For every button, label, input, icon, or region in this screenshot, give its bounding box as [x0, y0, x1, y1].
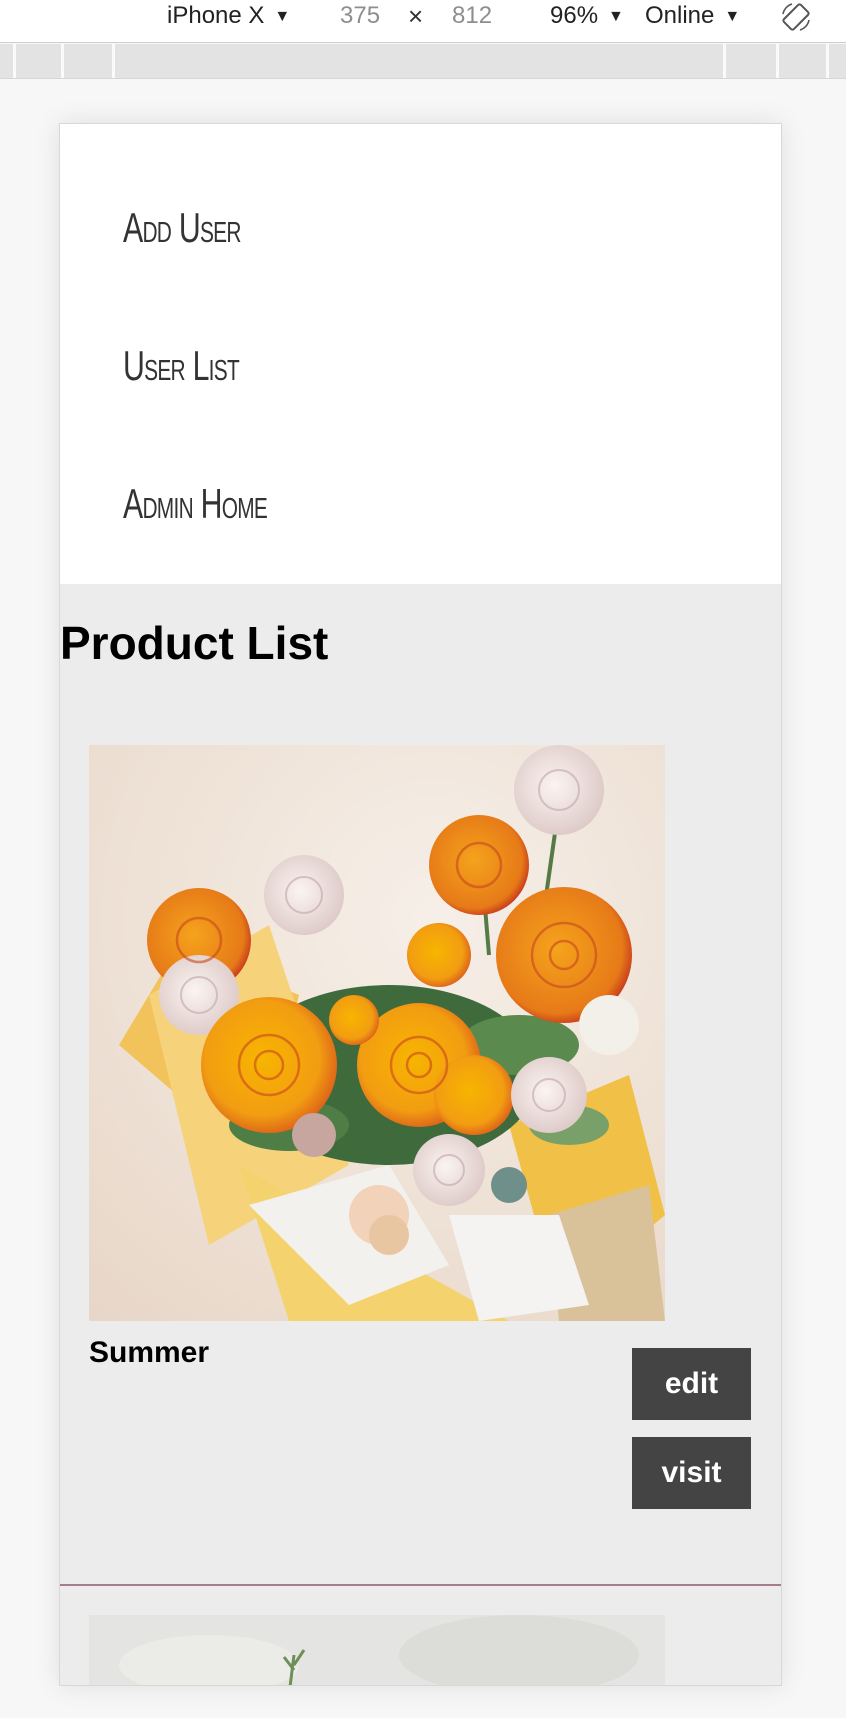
triangle-down-icon: ▼: [608, 8, 624, 25]
triangle-down-icon: ▼: [724, 8, 741, 25]
triangle-down-icon: ▼: [274, 8, 291, 25]
network-throttle-select[interactable]: Online ▼: [645, 0, 740, 32]
device-select[interactable]: iPhone X ▼: [167, 0, 290, 32]
flower-bouquet-image: [89, 745, 665, 1321]
viewport-height-input[interactable]: 812: [452, 0, 492, 32]
product-image: [89, 1615, 665, 1685]
ruler-divider: [826, 44, 829, 78]
nav-user-list-link[interactable]: User List: [123, 342, 240, 390]
viewport-width-input[interactable]: 375: [340, 0, 380, 32]
throttle-select-label: Online: [645, 2, 715, 29]
ruler-divider: [13, 44, 16, 78]
product-image: [89, 745, 665, 1321]
device-select-label: iPhone X: [167, 2, 265, 29]
zoom-select[interactable]: 96% ▼: [550, 0, 624, 32]
product-name: Summer: [89, 1336, 210, 1369]
edit-button[interactable]: edit: [632, 1348, 751, 1420]
page-title: Product List: [60, 617, 329, 669]
times-icon: ×: [408, 1, 424, 31]
zoom-select-label: 96%: [550, 2, 599, 29]
ruler-divider: [776, 44, 779, 78]
nav-add-user-link[interactable]: Add User: [123, 204, 241, 252]
rotate-device-icon[interactable]: [780, 2, 812, 32]
device-viewport: Add User User List Admin Home Product Li…: [59, 123, 782, 1686]
ruler-divider: [723, 44, 726, 78]
ruler-divider: [112, 44, 115, 78]
nav-admin-home-link[interactable]: Admin Home: [123, 480, 268, 528]
product-divider: [60, 1584, 781, 1586]
admin-nav-menu: Add User User List Admin Home: [60, 124, 781, 584]
product-photo-partial: [89, 1615, 665, 1685]
visit-button[interactable]: visit: [632, 1437, 751, 1509]
devtools-device-toolbar: iPhone X ▼ 375 × 812 96% ▼ Online ▼: [0, 0, 846, 43]
ruler-divider: [61, 44, 64, 78]
media-query-ruler[interactable]: [0, 44, 846, 79]
